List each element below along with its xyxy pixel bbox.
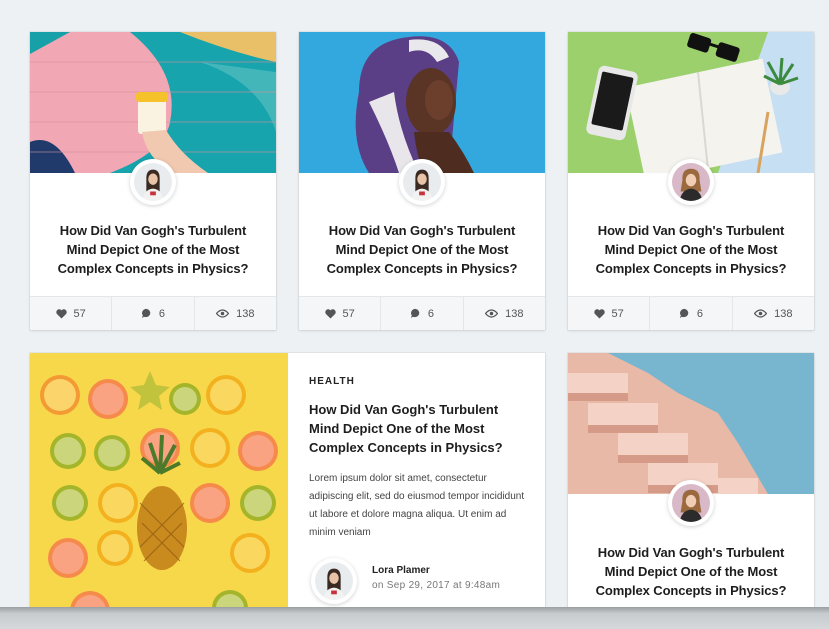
window-bottom-edge	[0, 607, 829, 629]
comment-icon	[679, 308, 689, 319]
likes-stat[interactable]: 57	[30, 297, 113, 330]
likes-count: 57	[342, 307, 355, 320]
eye-icon	[485, 309, 499, 318]
article-title[interactable]: How Did Van Gogh's Turbulent Mind Depict…	[582, 221, 800, 278]
views-count: 138	[505, 307, 524, 320]
article-image-coffee[interactable]	[30, 32, 276, 173]
heart-icon	[593, 308, 605, 319]
views-stat[interactable]: 138	[195, 297, 276, 330]
views-count: 138	[236, 307, 255, 320]
author-avatar[interactable]	[311, 558, 357, 604]
article-excerpt: Lorem ipsum dolor sit amet, consectetur …	[309, 473, 525, 538]
author-avatar[interactable]	[130, 159, 176, 205]
featured-article-card[interactable]: HEALTH How Did Van Gogh's Turbulent Mind…	[30, 353, 545, 623]
comments-stat[interactable]: 6	[112, 297, 195, 330]
likes-count: 57	[611, 307, 624, 320]
heart-icon	[55, 308, 67, 319]
views-stat[interactable]: 138	[464, 297, 545, 330]
eye-icon	[216, 309, 230, 318]
article-card-3[interactable]: How Did Van Gogh's Turbulent Mind Depict…	[568, 32, 814, 330]
article-image-desk[interactable]	[568, 32, 814, 173]
article-title[interactable]: How Did Van Gogh's Turbulent Mind Depict…	[309, 400, 529, 457]
heart-icon	[324, 308, 336, 319]
article-image-portrait[interactable]	[299, 32, 545, 173]
views-count: 138	[774, 307, 793, 320]
likes-count: 57	[73, 307, 86, 320]
article-card-2[interactable]: How Did Van Gogh's Turbulent Mind Depict…	[299, 32, 545, 330]
article-stats: 57 6 138	[299, 296, 545, 330]
comments-count: 6	[427, 307, 435, 320]
article-image-fruit[interactable]	[30, 353, 288, 623]
article-title[interactable]: How Did Van Gogh's Turbulent Mind Depict…	[44, 221, 262, 278]
article-card-4[interactable]: How Did Van Gogh's Turbulent Mind Depict…	[568, 353, 814, 623]
comments-stat[interactable]: 6	[381, 297, 464, 330]
likes-stat[interactable]: 57	[568, 297, 651, 330]
article-stats: 57 6 138	[568, 296, 814, 330]
comment-icon	[141, 308, 151, 319]
author-name[interactable]: Lora Plamer	[372, 565, 430, 576]
comments-count: 6	[158, 307, 166, 320]
article-card-1[interactable]: How Did Van Gogh's Turbulent Mind Depict…	[30, 32, 276, 330]
article-category[interactable]: HEALTH	[309, 376, 355, 387]
author-avatar[interactable]	[668, 159, 714, 205]
article-title[interactable]: How Did Van Gogh's Turbulent Mind Depict…	[582, 543, 800, 600]
author-avatar[interactable]	[399, 159, 445, 205]
comment-icon	[410, 308, 420, 319]
comments-stat[interactable]: 6	[650, 297, 733, 330]
views-stat[interactable]: 138	[733, 297, 814, 330]
article-stats: 57 6 138	[30, 296, 276, 330]
article-title[interactable]: How Did Van Gogh's Turbulent Mind Depict…	[313, 221, 531, 278]
author-avatar[interactable]	[668, 480, 714, 526]
comments-count: 6	[696, 307, 704, 320]
likes-stat[interactable]: 57	[299, 297, 382, 330]
post-date: on Sep 29, 2017 at 9:48am	[372, 580, 501, 591]
eye-icon	[754, 309, 768, 318]
article-image-blocks[interactable]	[568, 353, 814, 494]
